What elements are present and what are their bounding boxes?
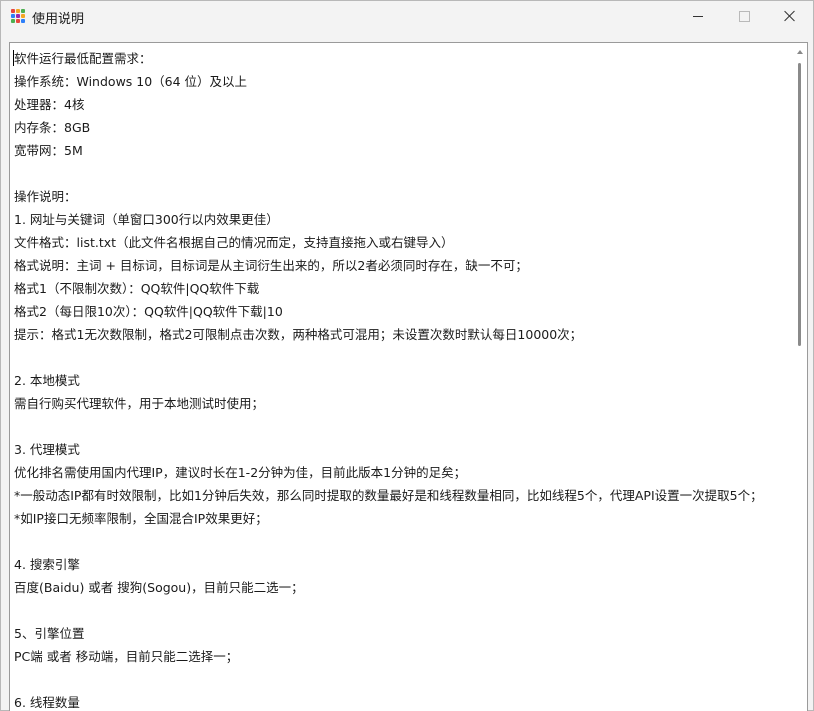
document-line: 5、引擎位置 xyxy=(14,626,85,641)
scrollbar-thumb[interactable] xyxy=(798,63,801,346)
document-line: *一般动态IP都有时效限制，比如1分钟后失效，那么同时提取的数量最好是和线程数量… xyxy=(14,488,763,503)
app-icon-cell xyxy=(16,14,20,18)
app-icon-cell xyxy=(16,19,20,23)
app-icon-cell xyxy=(11,19,15,23)
document-line: *如IP接口无频率限制，全国混合IP效果更好； xyxy=(14,511,268,526)
document-line: 6. 线程数量 xyxy=(14,695,80,710)
close-icon xyxy=(784,10,796,22)
document-line: 优化排名需使用国内代理IP，建议时长在1-2分钟为佳，目前此版本1分钟的足矣； xyxy=(14,465,467,480)
document-line: 宽带网：5M xyxy=(14,143,83,158)
maximize-icon xyxy=(738,10,750,22)
window-title: 使用说明 xyxy=(32,12,85,27)
app-grid-icon xyxy=(11,9,25,23)
document-line: 3. 代理模式 xyxy=(14,442,80,457)
document-line: 百度(Baidu) 或者 搜狗(Sogou)，目前只能二选一； xyxy=(14,580,304,595)
document-line: 提示：格式1无次数限制，格式2可限制点击次数，两种格式可混用；未设置次数时默认每… xyxy=(14,327,583,342)
document-line: 1. 网址与关键词（单窗口300行以内效果更佳） xyxy=(14,212,279,227)
document-line: 格式说明：主词 + 目标词，目标词是从主词衍生出来的，所以2者必须同时存在，缺一… xyxy=(14,258,528,273)
app-icon-cell xyxy=(21,9,25,13)
document-content: 软件运行最低配置需求： 操作系统：Windows 10（64 位）及以上 处理器：4… xyxy=(14,47,786,711)
minimize-button[interactable] xyxy=(675,1,721,31)
document-line: 2. 本地模式 xyxy=(14,373,80,388)
scroll-up-icon[interactable] xyxy=(797,50,803,54)
app-icon-cell xyxy=(11,9,15,13)
app-icon-cell xyxy=(21,14,25,18)
text-area[interactable]: 软件运行最低配置需求： 操作系统：Windows 10（64 位）及以上 处理器：4… xyxy=(9,42,808,711)
document-line: 需自行购买代理软件，用于本地测试时使用； xyxy=(14,396,265,411)
document-line: 内存条：8GB xyxy=(14,120,91,135)
document-line: 格式2（每日限10次）：QQ软件|QQ软件下载|10 xyxy=(14,304,283,319)
document-line: 处理器：4核 xyxy=(14,97,85,112)
document-line: 软件运行最低配置需求： xyxy=(14,51,152,66)
maximize-button[interactable] xyxy=(721,1,767,31)
title-bar[interactable]: 使用说明 xyxy=(1,1,813,31)
vertical-scrollbar[interactable] xyxy=(793,43,807,711)
document-line: PC端 或者 移动端，目前只能二选择一； xyxy=(14,649,239,664)
close-button[interactable] xyxy=(767,1,813,31)
document-line: 操作说明： xyxy=(14,189,77,204)
app-icon-cell xyxy=(16,9,20,13)
app-icon-cell xyxy=(11,14,15,18)
document-line: 格式1（不限制次数）：QQ软件|QQ软件下载 xyxy=(14,281,260,296)
minimize-icon xyxy=(693,15,703,17)
help-window: 使用说明 软件运行最低配置需求： 操作系统：Windows 10（64 位）及以上… xyxy=(0,0,814,711)
document-line: 4. 搜索引擎 xyxy=(14,557,80,572)
app-icon-cell xyxy=(21,19,25,23)
document-line: 操作系统：Windows 10（64 位）及以上 xyxy=(14,74,248,89)
document-line: 文件格式：list.txt（此文件名根据自己的情况而定，支持直接拖入或右键导入） xyxy=(14,235,454,250)
